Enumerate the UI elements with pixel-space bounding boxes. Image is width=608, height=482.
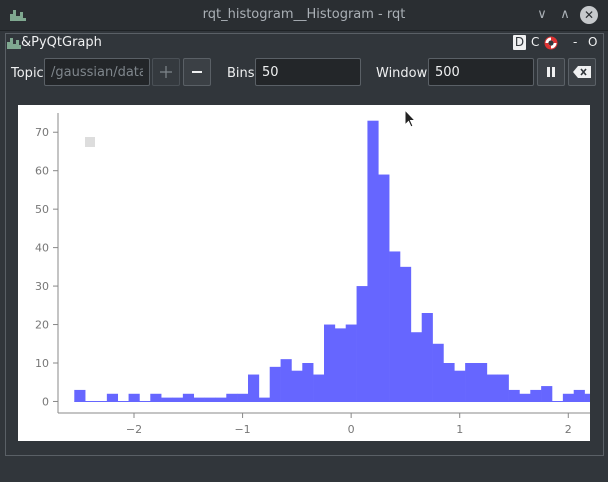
histogram-bar xyxy=(421,313,433,402)
y-tick-label: 30 xyxy=(35,280,49,293)
histogram-bar xyxy=(215,397,227,402)
histogram-bar xyxy=(454,370,466,402)
y-tick-label: 0 xyxy=(42,395,49,408)
histogram-bar xyxy=(324,324,336,402)
histogram-bar xyxy=(486,374,499,402)
minimize-button[interactable]: ∨ xyxy=(533,6,551,24)
close-button[interactable]: ✕ xyxy=(580,6,598,24)
close-plugin-button[interactable]: O xyxy=(588,35,597,50)
histogram-bar xyxy=(562,393,575,402)
histogram-bar xyxy=(248,374,260,402)
histogram-bar xyxy=(150,393,162,402)
window-titlebar: rqt_histogram__Histogram - rqt ∨ ∧ ✕ xyxy=(0,0,608,31)
dock-toggle-button[interactable]: D xyxy=(513,35,526,50)
histogram-bar xyxy=(573,389,585,402)
x-tick-label: −2 xyxy=(126,423,142,436)
histogram-bar xyxy=(182,393,195,402)
bins-label: Bins xyxy=(227,66,255,81)
y-tick-label: 70 xyxy=(35,126,49,139)
histogram-bar xyxy=(400,266,412,402)
histogram-bar xyxy=(367,120,379,402)
histogram-bar xyxy=(378,174,390,402)
histogram-bar xyxy=(541,386,553,402)
histogram-bar xyxy=(204,397,216,402)
y-tick-label: 10 xyxy=(35,357,49,370)
x-tick-label: 2 xyxy=(565,423,572,436)
window-input[interactable] xyxy=(428,58,534,86)
histogram-bar xyxy=(269,366,281,402)
histogram-chart[interactable]: 0 10 20 30 40 50 60 70 −2 −1 0 1 2 xyxy=(18,105,590,441)
histogram-bar xyxy=(508,389,520,402)
histogram-plugin-icon xyxy=(7,38,21,49)
toolbar: Topic Bins Window xyxy=(6,54,603,90)
pause-button[interactable] xyxy=(537,58,565,86)
bins-input[interactable] xyxy=(255,58,361,86)
y-tick-label: 20 xyxy=(35,319,49,332)
plugin-title: &PyQtGraph xyxy=(21,35,102,50)
histogram-bar xyxy=(432,343,444,402)
histogram-bar xyxy=(497,374,509,402)
topic-label: Topic xyxy=(11,66,44,81)
maximize-button[interactable]: ∧ xyxy=(556,6,574,24)
histogram-bar xyxy=(443,363,455,402)
histogram-bar xyxy=(476,363,488,402)
histogram-bar xyxy=(334,328,347,402)
histogram-bar xyxy=(74,389,86,402)
plugin-frame: &PyQtGraph D C - O Topic Bins Window xyxy=(5,33,604,456)
histogram-bar xyxy=(172,397,184,402)
minus-icon xyxy=(192,71,202,73)
window-title: rqt_histogram__Histogram - rqt xyxy=(202,7,406,22)
clear-button[interactable] xyxy=(568,58,596,86)
histogram-bar xyxy=(237,393,249,402)
pause-icon xyxy=(547,67,555,77)
histogram-bar xyxy=(193,397,205,402)
topic-input[interactable] xyxy=(44,58,150,86)
histogram-bar xyxy=(106,393,119,402)
histogram-bar xyxy=(313,374,325,402)
hide-title-button[interactable]: - xyxy=(573,35,577,50)
histogram-plot[interactable]: 0 10 20 30 40 50 60 70 −2 −1 0 1 2 xyxy=(18,105,590,441)
mouse-cursor-icon xyxy=(404,109,416,128)
histogram-bar xyxy=(280,359,292,402)
plugin-header: &PyQtGraph D C - O xyxy=(6,34,603,52)
window-label: Window xyxy=(376,66,428,81)
histogram-bar xyxy=(584,393,590,402)
y-tick-label: 40 xyxy=(35,242,49,255)
clear-backspace-icon xyxy=(573,66,591,78)
histogram-bar xyxy=(410,332,423,402)
histogram-bar xyxy=(128,393,140,402)
remove-topic-button[interactable] xyxy=(183,58,211,86)
histogram-bar xyxy=(530,389,542,402)
histogram-bar xyxy=(258,397,271,402)
legend-swatch xyxy=(85,137,95,147)
configure-button[interactable]: C xyxy=(531,35,539,50)
plus-icon xyxy=(160,66,172,78)
histogram-bar xyxy=(226,393,238,402)
histogram-bar xyxy=(302,363,314,402)
histogram-bar xyxy=(389,251,401,402)
histogram-bar xyxy=(356,286,368,402)
y-tick-label: 60 xyxy=(35,165,49,178)
add-topic-button[interactable] xyxy=(152,58,180,86)
histogram-bar xyxy=(465,363,477,402)
histogram-bar xyxy=(345,324,357,402)
histogram-bar xyxy=(161,397,173,402)
histogram-bar xyxy=(291,370,303,402)
x-tick-label: 0 xyxy=(348,423,355,436)
histogram-bar xyxy=(519,393,531,402)
y-tick-label: 50 xyxy=(35,203,49,216)
x-tick-label: 1 xyxy=(456,423,463,436)
x-tick-label: −1 xyxy=(234,423,250,436)
help-lifebuoy-icon[interactable] xyxy=(544,36,558,50)
